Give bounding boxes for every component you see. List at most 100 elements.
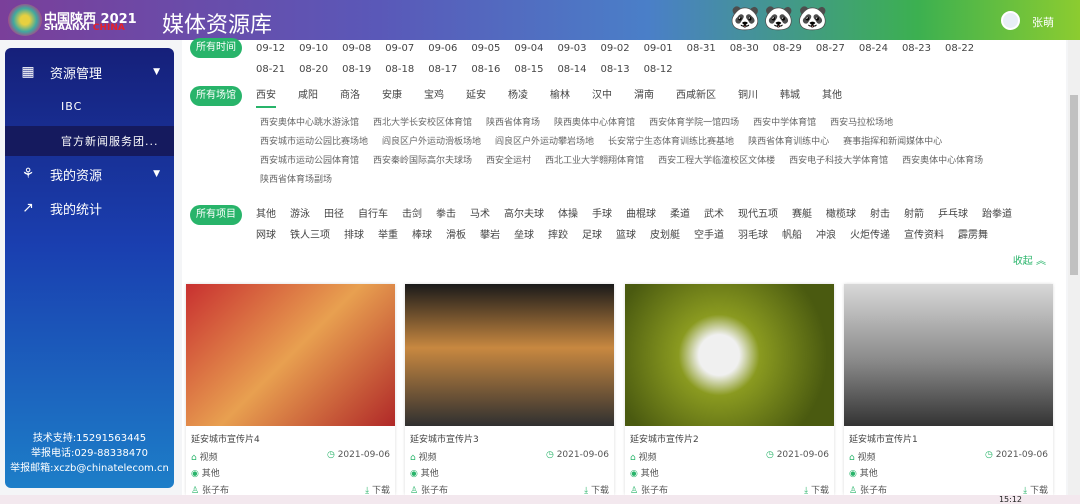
venue-option[interactable]: 西北大学长安校区体育馆 — [373, 114, 472, 133]
media-card[interactable]: 延安城市宣传片3 ⌂ 视频 ◷ 2021-09-06 ◉ 其他 ♙ 张子布 ⤓ … — [405, 284, 614, 496]
city-option[interactable]: 其他 — [822, 85, 842, 108]
city-option[interactable]: 商洛 — [340, 85, 360, 108]
venue-option[interactable]: 长安常宁生态体育训练比赛基地 — [608, 133, 734, 152]
venue-option[interactable]: 西安马拉松场地 — [830, 114, 893, 133]
project-option[interactable]: 射箭 — [904, 204, 924, 225]
venue-option[interactable]: 西安电子科技大学体育馆 — [789, 152, 888, 171]
project-option[interactable]: 网球 — [256, 225, 276, 246]
project-option[interactable]: 橄榄球 — [826, 204, 856, 225]
project-option[interactable]: 击剑 — [402, 204, 422, 225]
project-option[interactable]: 手球 — [592, 204, 612, 225]
sidebar-subitem-official-news[interactable]: 官方新闻服务团... — [5, 126, 174, 156]
date-option[interactable]: 08-20 — [299, 59, 328, 80]
project-option[interactable]: 火炬传递 — [850, 225, 890, 246]
venue-option[interactable]: 西安工程大学临潼校区文体楼 — [658, 152, 775, 171]
date-option[interactable]: 08-19 — [342, 59, 371, 80]
date-option[interactable]: 08-29 — [773, 38, 802, 59]
date-option[interactable]: 09-02 — [601, 38, 630, 59]
project-option[interactable]: 空手道 — [694, 225, 724, 246]
date-option[interactable]: 08-13 — [601, 59, 630, 80]
date-option[interactable]: 08-27 — [816, 38, 845, 59]
card-title[interactable]: 延安城市宣传片4 — [191, 432, 260, 445]
city-option[interactable]: 西安 — [256, 85, 276, 108]
venue-option[interactable]: 陕西省体育训练中心 — [748, 133, 829, 152]
video-thumbnail[interactable] — [405, 284, 614, 426]
date-option[interactable]: 08-22 — [945, 38, 974, 59]
city-option[interactable]: 延安 — [466, 85, 486, 108]
project-option[interactable]: 攀岩 — [480, 225, 500, 246]
project-option[interactable]: 摔跤 — [548, 225, 568, 246]
city-option[interactable]: 榆林 — [550, 85, 570, 108]
scrollbar[interactable] — [1068, 40, 1080, 495]
card-title[interactable]: 延安城市宣传片3 — [410, 432, 479, 445]
project-option[interactable]: 篮球 — [616, 225, 636, 246]
venue-option[interactable]: 陕西省体育场 — [486, 114, 540, 133]
date-option[interactable]: 09-12 — [256, 38, 285, 59]
venue-option[interactable]: 西安全运村 — [486, 152, 531, 171]
user-name[interactable]: 张萌 — [1032, 14, 1054, 30]
project-option[interactable]: 柔道 — [670, 204, 690, 225]
venue-option[interactable]: 西安秦岭国际高尔夫球场 — [373, 152, 472, 171]
city-option[interactable]: 宝鸡 — [424, 85, 444, 108]
avatar[interactable] — [1001, 11, 1020, 30]
project-option[interactable]: 马术 — [470, 204, 490, 225]
project-option[interactable]: 现代五项 — [738, 204, 778, 225]
date-option[interactable]: 08-17 — [428, 59, 457, 80]
date-option[interactable]: 09-03 — [557, 38, 586, 59]
project-option[interactable]: 高尔夫球 — [504, 204, 544, 225]
project-option[interactable]: 跆拳道 — [982, 204, 1012, 225]
project-option[interactable]: 宣传资料 — [904, 225, 944, 246]
city-option[interactable]: 汉中 — [592, 85, 612, 108]
project-option[interactable]: 拳击 — [436, 204, 456, 225]
project-option[interactable]: 垒球 — [514, 225, 534, 246]
card-title[interactable]: 延安城市宣传片2 — [630, 432, 699, 445]
date-option[interactable]: 09-01 — [644, 38, 673, 59]
project-option[interactable]: 羽毛球 — [738, 225, 768, 246]
project-option[interactable]: 田径 — [324, 204, 344, 225]
date-option[interactable]: 08-14 — [557, 59, 586, 80]
project-option[interactable]: 足球 — [582, 225, 602, 246]
project-option[interactable]: 武术 — [704, 204, 724, 225]
date-option[interactable]: 08-23 — [902, 38, 931, 59]
project-option[interactable]: 排球 — [344, 225, 364, 246]
venue-option[interactable]: 西安城市运动公园体育馆 — [260, 152, 359, 171]
city-option[interactable]: 韩城 — [780, 85, 800, 108]
city-option[interactable]: 咸阳 — [298, 85, 318, 108]
venue-option[interactable]: 西安体育学院一馆四场 — [649, 114, 739, 133]
scrollbar-thumb[interactable] — [1070, 95, 1078, 275]
venue-option[interactable]: 西北工业大学翱翔体育馆 — [545, 152, 644, 171]
city-option[interactable]: 西咸新区 — [676, 85, 716, 108]
date-option[interactable]: 08-15 — [514, 59, 543, 80]
venue-option[interactable]: 阎良区户外运动滑板场地 — [382, 133, 481, 152]
project-option[interactable]: 冲浪 — [816, 225, 836, 246]
date-option[interactable]: 08-24 — [859, 38, 888, 59]
project-option[interactable]: 射击 — [870, 204, 890, 225]
sidebar-item-my-stats[interactable]: ↗ 我的统计 — [5, 193, 174, 223]
project-option[interactable]: 其他 — [256, 204, 276, 225]
project-option[interactable]: 滑板 — [446, 225, 466, 246]
all-time-filter[interactable]: 所有时间 — [190, 38, 242, 58]
venue-option[interactable]: 阎良区户外运动攀岩场地 — [495, 133, 594, 152]
date-option[interactable]: 09-08 — [342, 38, 371, 59]
venue-option[interactable]: 陕西奥体中心体育馆 — [554, 114, 635, 133]
card-title[interactable]: 延安城市宣传片1 — [849, 432, 918, 445]
video-thumbnail[interactable] — [844, 284, 1053, 426]
date-option[interactable]: 08-18 — [385, 59, 414, 80]
project-option[interactable]: 乒乓球 — [938, 204, 968, 225]
venue-option[interactable]: 西安城市运动公园比赛场地 — [260, 133, 368, 152]
project-option[interactable]: 游泳 — [290, 204, 310, 225]
media-card[interactable]: 延安城市宣传片4 ⌂ 视频 ◷ 2021-09-06 ◉ 其他 ♙ 张子布 ⤓ … — [186, 284, 395, 496]
date-option[interactable]: 08-21 — [256, 59, 285, 80]
venue-option[interactable]: 西安奥体中心体育场 — [902, 152, 983, 171]
project-option[interactable]: 赛艇 — [792, 204, 812, 225]
project-option[interactable]: 棒球 — [412, 225, 432, 246]
project-option[interactable]: 自行车 — [358, 204, 388, 225]
date-option[interactable]: 09-07 — [385, 38, 414, 59]
sidebar-subitem-ibc[interactable]: IBC — [5, 91, 174, 121]
city-option[interactable]: 杨凌 — [508, 85, 528, 108]
date-option[interactable]: 09-05 — [471, 38, 500, 59]
all-venues-filter[interactable]: 所有场馆 — [190, 86, 242, 106]
media-card[interactable]: 延安城市宣传片1 ⌂ 视频 ◷ 2021-09-06 ◉ 其他 ♙ 张子布 ⤓ … — [844, 284, 1053, 496]
date-option[interactable]: 08-12 — [644, 59, 673, 80]
all-projects-filter[interactable]: 所有项目 — [190, 205, 242, 225]
